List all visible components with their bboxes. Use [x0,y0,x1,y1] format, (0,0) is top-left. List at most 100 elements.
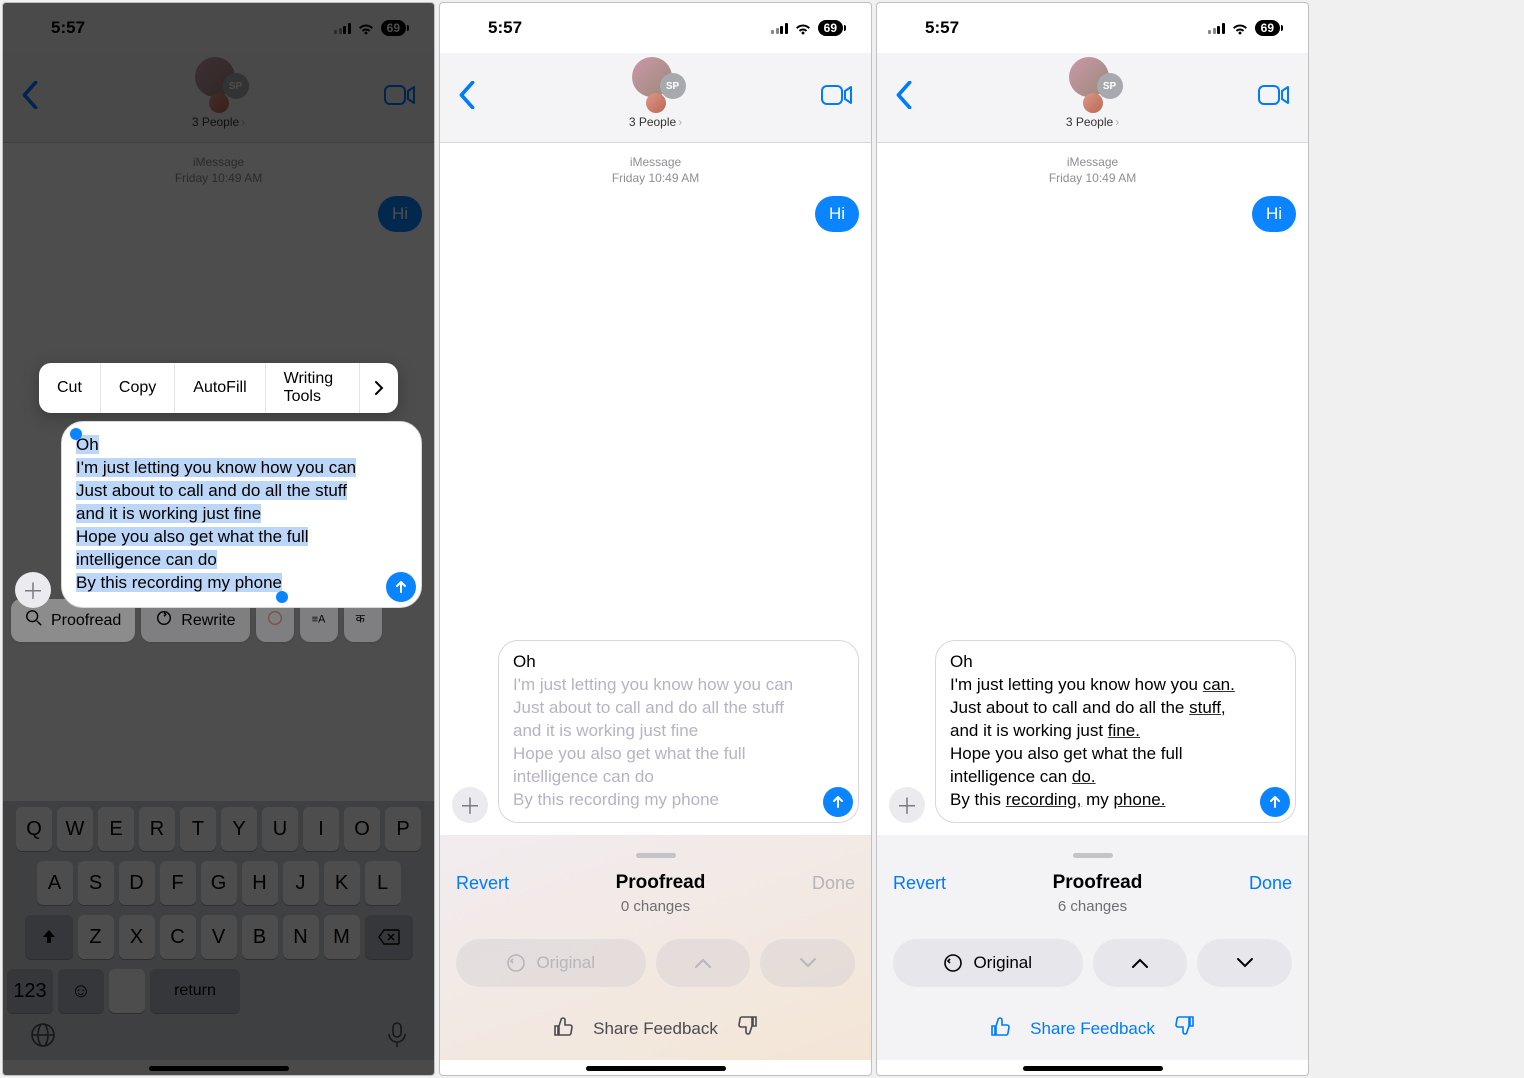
chat-header[interactable]: SP 3 People› [1063,57,1123,129]
home-indicator[interactable] [586,1066,726,1071]
done-button[interactable]: Done [1249,873,1292,894]
key-w[interactable]: W [57,807,93,851]
message-bubble: Hi [815,196,859,232]
keyboard[interactable]: QWERTYUIOP ASDFGHJKL ZXCVBNM 123 ☺ retur… [3,801,434,1060]
shift-key[interactable] [25,915,73,959]
status-bar: 5:57 69 [440,3,871,53]
share-feedback[interactable]: Share Feedback [893,1015,1292,1042]
original-button[interactable]: Original [893,939,1083,987]
add-button[interactable]: ＋ [452,787,488,823]
key-h[interactable]: H [242,861,278,905]
chat-header[interactable]: SP 3 People› [189,57,249,129]
autofill-menuitem[interactable]: AutoFill [175,363,265,413]
writing-tools-menuitem[interactable]: Writing Tools [266,363,360,413]
key-b[interactable]: B [242,915,278,959]
key-m[interactable]: M [324,915,360,959]
facetime-button[interactable] [1258,84,1290,111]
text-format-icon: ≡A [310,609,328,632]
facetime-button[interactable] [384,84,416,111]
send-button[interactable] [1260,787,1290,817]
selection-handle-end[interactable] [276,591,288,603]
key-z[interactable]: Z [78,915,114,959]
return-key[interactable]: return [150,969,240,1013]
compose-field[interactable]: Oh I'm just letting you know how you can… [935,640,1296,823]
back-button[interactable] [21,81,39,114]
facetime-button[interactable] [821,84,853,111]
original-label: Original [973,953,1032,973]
back-button[interactable] [895,81,913,114]
send-button[interactable] [823,787,853,817]
thumbs-down-icon [1173,1015,1195,1042]
nav-header: SP 3 People› [3,53,434,143]
add-button[interactable]: ＋ [15,572,51,608]
key-a[interactable]: A [37,861,73,905]
compose-field[interactable]: Oh I'm just letting you know how you can… [61,421,422,608]
sheet-grabber[interactable] [636,853,676,858]
numbers-key[interactable]: 123 [7,969,53,1013]
more-menuitem[interactable] [360,380,398,396]
compose-text: Oh [513,651,814,674]
key-e[interactable]: E [98,807,134,851]
done-button[interactable]: Done [812,873,855,894]
battery-icon: 69 [1255,20,1280,36]
rewrite-label: Rewrite [181,612,235,630]
home-indicator[interactable] [1023,1066,1163,1071]
space-key[interactable] [109,969,145,1013]
key-d[interactable]: D [119,861,155,905]
prev-change-button[interactable] [1093,939,1188,987]
magnify-icon [25,609,43,632]
revert-button[interactable]: Revert [893,873,946,894]
original-button[interactable]: Original [456,939,646,987]
screen-writing-tools-menu: 5:57 69 SP 3 People› iMessageFriday 10:4… [2,2,435,1076]
key-l[interactable]: L [365,861,401,905]
key-x[interactable]: X [119,915,155,959]
status-time: 5:57 [925,18,959,38]
send-button[interactable] [386,572,416,602]
key-p[interactable]: P [385,807,421,851]
revert-button[interactable]: Revert [456,873,509,894]
key-y[interactable]: Y [221,807,257,851]
copy-menuitem[interactable]: Copy [101,363,175,413]
home-indicator[interactable] [149,1066,289,1071]
battery-icon: 69 [818,20,843,36]
share-feedback[interactable]: Share Feedback [456,1015,855,1042]
selection-handle-start[interactable] [70,428,82,440]
changes-count: 0 changes [456,898,855,915]
chevron-right-icon: › [241,115,245,129]
key-i[interactable]: I [303,807,339,851]
proofread-title: Proofread [1053,872,1143,894]
key-g[interactable]: G [201,861,237,905]
key-q[interactable]: Q [16,807,52,851]
chat-header[interactable]: SP 3 People› [626,57,686,129]
screen-proofread-inprogress: 5:57 69 SP 3 People› iMessageFriday 10:4… [439,2,872,1076]
back-button[interactable] [458,81,476,114]
emoji-key[interactable]: ☺ [58,969,104,1013]
key-f[interactable]: F [160,861,196,905]
key-n[interactable]: N [283,915,319,959]
key-r[interactable]: R [139,807,175,851]
globe-key[interactable] [29,1021,57,1054]
key-s[interactable]: S [78,861,114,905]
key-k[interactable]: K [324,861,360,905]
key-u[interactable]: U [262,807,298,851]
message-bubble: Hi [1252,196,1296,232]
prev-change-button[interactable] [656,939,751,987]
key-t[interactable]: T [180,807,216,851]
key-v[interactable]: V [201,915,237,959]
sheet-grabber[interactable] [1073,853,1113,858]
key-o[interactable]: O [344,807,380,851]
compose-field[interactable]: Oh I'm just letting you know how you can… [498,640,859,823]
cut-menuitem[interactable]: Cut [39,363,101,413]
delete-key[interactable] [365,915,413,959]
status-time: 5:57 [488,18,522,38]
next-change-button[interactable] [760,939,855,987]
add-button[interactable]: ＋ [889,787,925,823]
next-change-button[interactable] [1197,939,1292,987]
dictate-key[interactable] [386,1021,408,1054]
proofread-panel: Revert Proofread Done 0 changes Original… [440,835,871,1060]
status-bar: 5:57 69 [877,3,1308,53]
key-c[interactable]: C [160,915,196,959]
status-right: 69 [334,20,406,36]
key-j[interactable]: J [283,861,319,905]
thumbs-down-icon [736,1015,758,1042]
